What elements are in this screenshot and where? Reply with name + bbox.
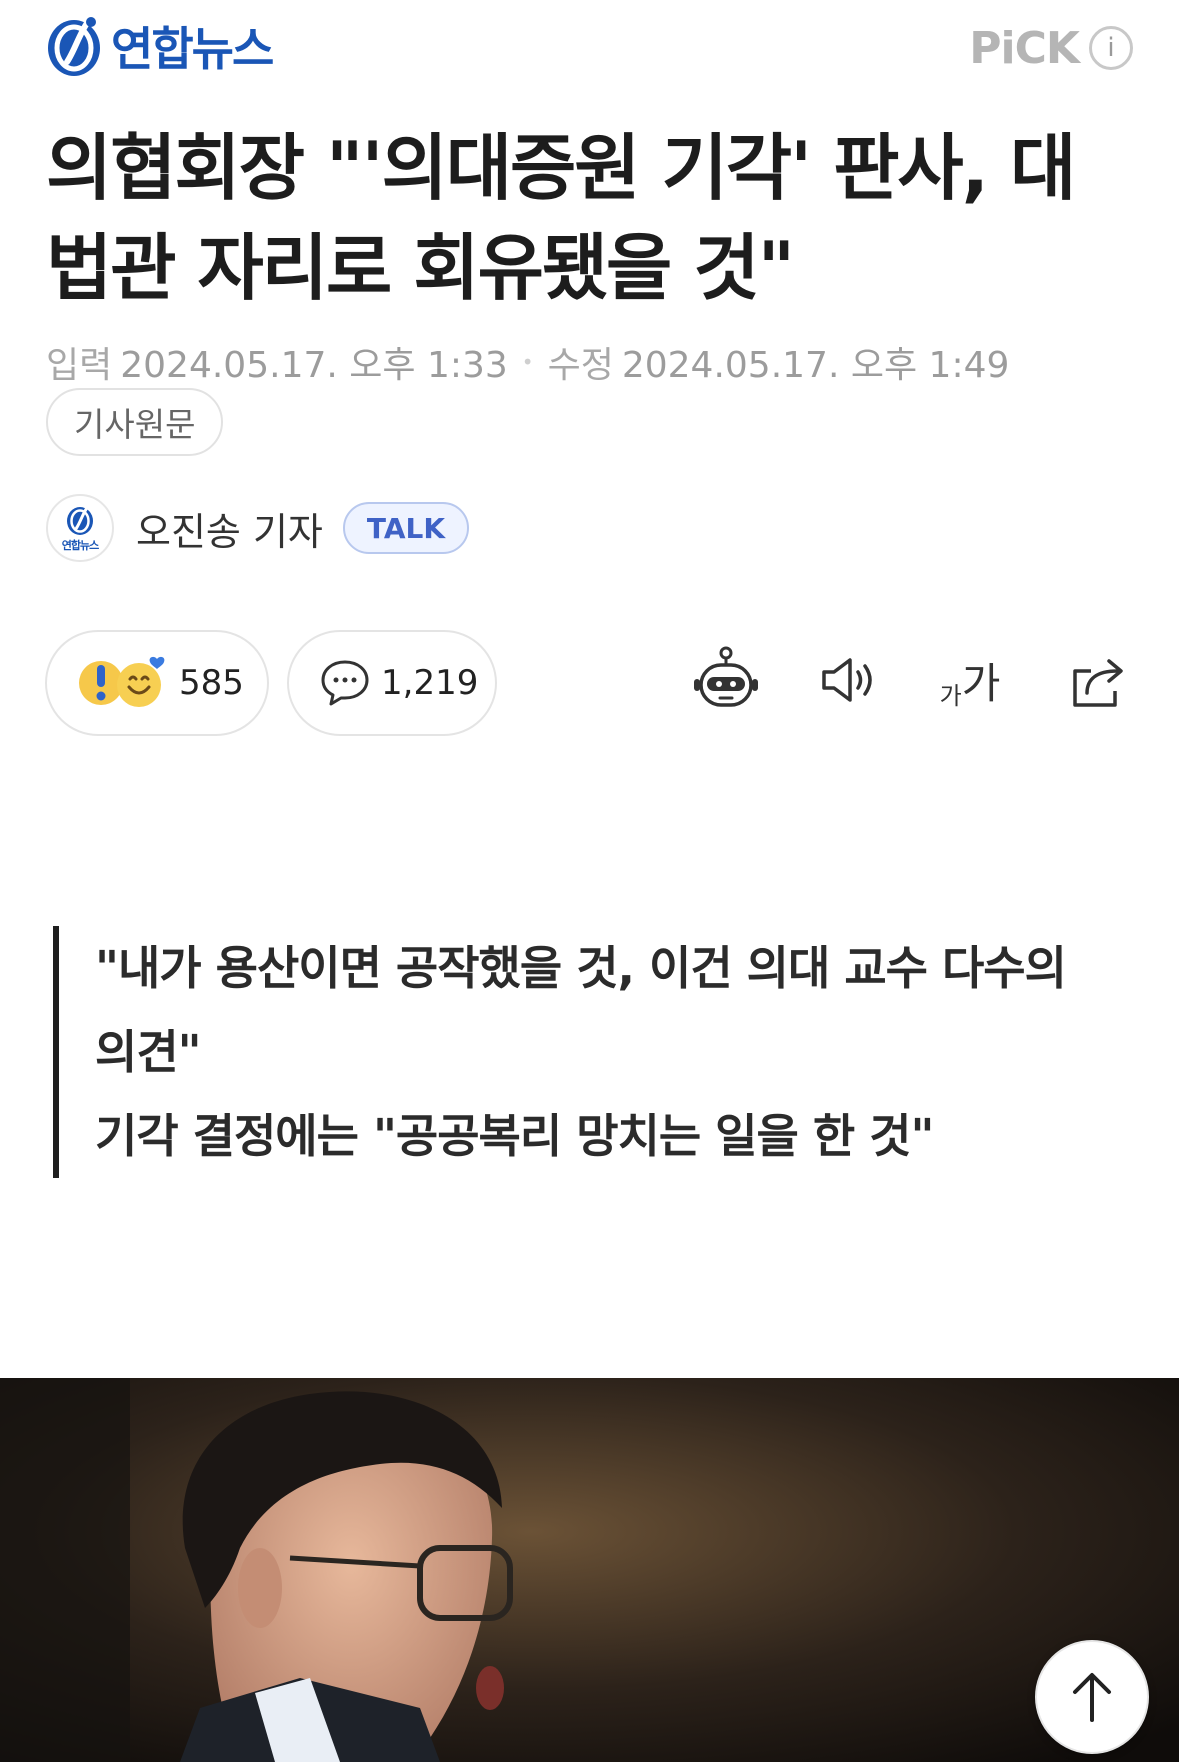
- info-icon[interactable]: i: [1089, 26, 1133, 70]
- comment-count: 1,219: [381, 663, 479, 703]
- reaction-button[interactable]: 585: [45, 630, 269, 736]
- comment-icon: [321, 660, 369, 706]
- comment-button[interactable]: 1,219: [287, 630, 497, 736]
- original-article-button[interactable]: 기사원문: [46, 388, 224, 456]
- modified-datetime: 2024.05.17. 오후 1:49: [621, 345, 1010, 386]
- subtitle-line-2: 기각 결정에는 "공공복리 망치는 일을 한 것": [95, 1109, 934, 1163]
- scroll-top-button[interactable]: [1035, 1640, 1149, 1754]
- speaker-icon: [822, 658, 872, 702]
- reaction-emoji-icon: [79, 656, 165, 707]
- reporter-row: 연합뉴스 오진송 기자 TALK: [46, 492, 470, 564]
- article-subtitle: "내가 용산이면 공작했을 것, 이건 의대 교수 다수의 의견" 기각 결정에…: [53, 926, 1083, 1178]
- share-button[interactable]: [1058, 640, 1138, 720]
- article-dates: 입력 2024.05.17. 오후 1:33 • 수정 2024.05.17. …: [46, 336, 1009, 388]
- modified-label: 수정: [547, 345, 614, 386]
- pick-badge[interactable]: PiCK i: [969, 20, 1133, 76]
- font-small-glyph: 가: [939, 681, 962, 710]
- summary-bot-button[interactable]: [686, 640, 766, 720]
- article-photo: [0, 1378, 1179, 1762]
- summary-bot-icon: [694, 646, 758, 707]
- photo-illustration: [0, 1378, 1179, 1762]
- yonhap-logo-icon: [48, 17, 100, 76]
- arrow-up-icon: [1073, 1673, 1111, 1722]
- input-label: 입력: [46, 345, 113, 386]
- yonhap-mini-logo-icon: [67, 505, 93, 535]
- font-large-glyph: 가: [961, 658, 1001, 708]
- input-datetime: 2024.05.17. 오후 1:33: [120, 345, 508, 386]
- pick-label: PiCK: [969, 22, 1080, 74]
- share-icon: [1073, 659, 1123, 707]
- date-separator: •: [521, 350, 534, 374]
- press-avatar[interactable]: 연합뉴스: [46, 494, 114, 562]
- audio-button[interactable]: [808, 640, 888, 720]
- avatar-brand: 연합뉴스: [61, 538, 99, 552]
- talk-button[interactable]: TALK: [342, 502, 470, 554]
- reaction-count: 585: [179, 663, 244, 703]
- article-title: 의협회장 "'의대증원 기각' 판사, 대법관 자리로 회유됐을 것": [46, 126, 1076, 310]
- subtitle-line-1: "내가 용산이면 공작했을 것, 이건 의대 교수 다수의 의견": [95, 941, 1067, 1079]
- reporter-name[interactable]: 오진송 기자: [136, 501, 323, 556]
- brand-name: 연합뉴스: [111, 22, 274, 76]
- font-size-button[interactable]: 가 가: [930, 640, 1010, 720]
- yonhap-logo[interactable]: 연합뉴스: [45, 12, 274, 80]
- font-size-icon: 가 가: [940, 650, 1001, 711]
